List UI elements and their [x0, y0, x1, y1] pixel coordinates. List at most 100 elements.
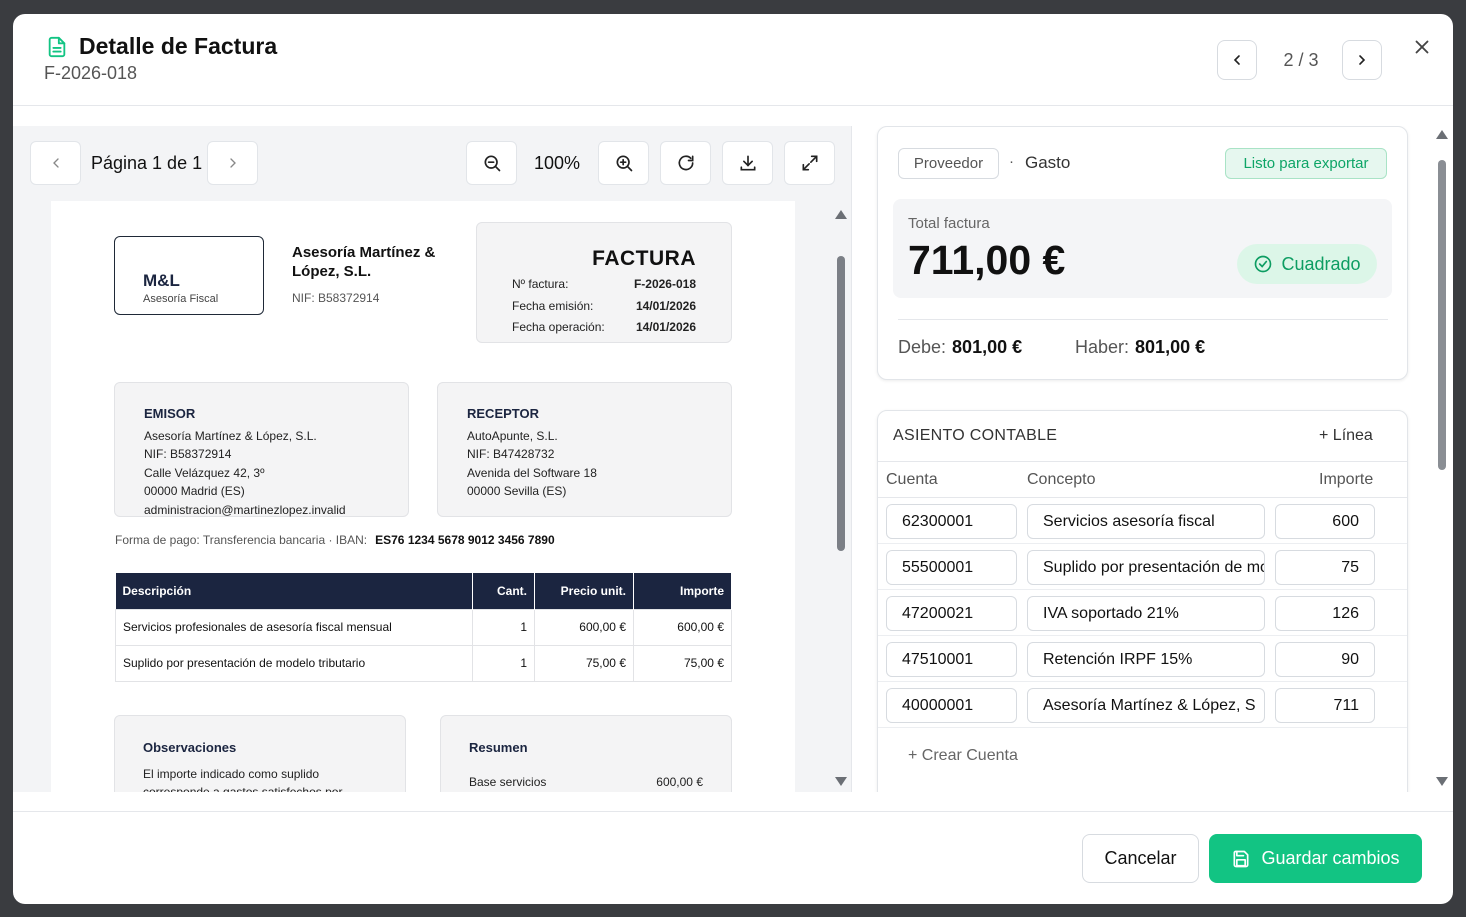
- invoice-doc-title: FACTURA: [592, 247, 696, 270]
- zoom-level: 100%: [533, 153, 581, 173]
- invoice-pager: 2 / 3: [1283, 50, 1319, 70]
- logo-text: M&L: [143, 271, 180, 290]
- invoice-lines-table: Descripción Cant. Precio unit. Importe S…: [115, 573, 732, 682]
- viewer-toolbar: Página 1 de 1 100%: [13, 126, 851, 201]
- invoice-summary-card: Proveedor · Gasto Listo para exportar To…: [877, 126, 1408, 380]
- modal-header: Detalle de Factura F-2026-018 2 / 3: [13, 14, 1453, 106]
- meta-row: Nº factura: F-2026-018: [512, 277, 696, 291]
- check-circle-icon: [1255, 255, 1272, 273]
- iban: ES76 1234 5678 9012 3456 7890: [375, 533, 555, 547]
- amount-input[interactable]: 75: [1275, 550, 1375, 585]
- zoom-in-icon: [616, 155, 632, 172]
- save-button[interactable]: Guardar cambios: [1209, 834, 1422, 883]
- document-viewer: Página 1 de 1 100% M&L Asesoría Fiscal A…: [13, 126, 851, 792]
- receptor-box: RECEPTOR AutoApunte, S.L. NIF: B47428732…: [437, 382, 732, 517]
- amount-input[interactable]: 126: [1275, 596, 1375, 631]
- issuer-name: Asesoría Martínez & López, S.L.: [292, 244, 436, 280]
- amount-input[interactable]: 711: [1275, 688, 1375, 723]
- zoom-out-button[interactable]: [466, 141, 517, 185]
- payment-info: Forma de pago: Transferencia bancaria · …: [115, 533, 555, 547]
- save-button-label: Guardar cambios: [1261, 848, 1400, 868]
- zoom-out-icon: [484, 155, 500, 172]
- scroll-down-icon[interactable]: [1436, 777, 1448, 786]
- fullscreen-button[interactable]: [784, 141, 835, 185]
- invoice-page: M&L Asesoría Fiscal Asesoría Martínez & …: [51, 201, 795, 792]
- invoice-type: Gasto: [1025, 153, 1071, 172]
- balanced-badge: Cuadrado: [1237, 244, 1377, 284]
- journal-line: 40000001 Asesoría Martínez & López, S 71…: [878, 682, 1407, 728]
- add-line-button[interactable]: + Línea: [1319, 427, 1373, 445]
- scrollbar-thumb[interactable]: [837, 256, 845, 551]
- invoice-meta-box: FACTURA Nº factura: F-2026-018 Fecha emis…: [476, 222, 732, 343]
- save-icon: [1233, 850, 1249, 867]
- download-button[interactable]: [722, 141, 773, 185]
- emisor-box: EMISOR Asesoría Martínez & López, S.L. N…: [114, 382, 409, 517]
- scroll-up-icon[interactable]: [1436, 130, 1448, 139]
- concept-input[interactable]: Retención IRPF 15%: [1027, 642, 1265, 677]
- amount-input[interactable]: 600: [1275, 504, 1375, 539]
- account-input[interactable]: 47510001: [886, 642, 1017, 677]
- haber-total: Haber: 801,00 €: [1075, 337, 1206, 357]
- status-badge: Listo para exportar: [1225, 148, 1387, 179]
- journal-entry-heading: ASIENTO CONTABLE: [893, 427, 1058, 444]
- scroll-up-icon[interactable]: [835, 210, 847, 219]
- divider: [898, 319, 1388, 320]
- zoom-in-button[interactable]: [598, 141, 649, 185]
- download-icon: [740, 155, 755, 171]
- pane-divider: [851, 126, 852, 792]
- account-input[interactable]: 55500001: [886, 550, 1017, 585]
- table-row: Servicios profesionales de asesoría fisc…: [115, 608, 732, 646]
- amount-input[interactable]: 90: [1275, 642, 1375, 677]
- summary-box: Resumen Base servicios 600,00 €: [440, 715, 732, 792]
- table-row: Suplido por presentación de modelo tribu…: [115, 644, 732, 682]
- prev-invoice-button[interactable]: [1217, 40, 1257, 80]
- logo-subtext: Asesoría Fiscal: [143, 293, 219, 305]
- chevron-left-icon: [52, 158, 59, 168]
- cancel-button[interactable]: Cancelar: [1082, 834, 1199, 883]
- column-header-cuenta: Cuenta: [886, 471, 938, 488]
- total-value: 711,00 €: [908, 237, 1066, 283]
- concept-input[interactable]: Asesoría Martínez & López, S: [1027, 688, 1265, 723]
- invoice-number: F-2026-018: [44, 63, 138, 83]
- debe-total: Debe: 801,00 €: [898, 337, 1023, 357]
- create-account-button[interactable]: + Crear Cuenta: [908, 747, 1018, 765]
- issuer-nif: NIF: B58372914: [292, 291, 380, 305]
- account-input[interactable]: 62300001: [886, 504, 1017, 539]
- journal-entry-card: ASIENTO CONTABLE + Línea Cuenta Concepto…: [877, 410, 1408, 792]
- concept-input[interactable]: Suplido por presentación de mo: [1027, 550, 1265, 585]
- account-input[interactable]: 40000001: [886, 688, 1017, 723]
- meta-row: Fecha operación: 14/01/2026: [512, 320, 696, 334]
- panel-scrollbar[interactable]: [1434, 126, 1453, 792]
- meta-row: Fecha emisión: 14/01/2026: [512, 299, 696, 313]
- viewer-scrollbar[interactable]: [833, 206, 849, 792]
- modal-title: Detalle de Factura: [79, 33, 278, 59]
- scrollbar-thumb[interactable]: [1438, 160, 1446, 470]
- observations-box: Observaciones El importe indicado como s…: [114, 715, 406, 792]
- divider: [878, 461, 1407, 462]
- journal-line: 47200021 IVA soportado 21% 126: [878, 590, 1407, 636]
- total-box: Total factura 711,00 € Cuadrado: [893, 199, 1392, 298]
- table-header-row: Descripción Cant. Precio unit. Importe: [115, 573, 732, 609]
- close-icon[interactable]: [1411, 36, 1433, 58]
- next-invoice-button[interactable]: [1342, 40, 1382, 80]
- journal-line: 62300001 Servicios asesoría fiscal 600: [878, 498, 1407, 544]
- prev-page-button[interactable]: [30, 141, 81, 185]
- document-icon: [48, 36, 66, 58]
- counterparty-chip[interactable]: Proveedor: [898, 148, 999, 179]
- scroll-down-icon[interactable]: [835, 777, 847, 786]
- modal-footer: Cancelar Guardar cambios: [13, 811, 1453, 904]
- concept-input[interactable]: Servicios asesoría fiscal: [1027, 504, 1265, 539]
- company-logo: M&L Asesoría Fiscal: [114, 236, 264, 315]
- account-input[interactable]: 47200021: [886, 596, 1017, 631]
- column-header-importe: Importe: [1319, 471, 1374, 488]
- next-page-button[interactable]: [207, 141, 258, 185]
- rotate-icon: [678, 155, 693, 171]
- expand-icon: [802, 155, 817, 171]
- separator-dot: ·: [1009, 153, 1014, 170]
- rotate-button[interactable]: [660, 141, 711, 185]
- accounting-panel: Proveedor · Gasto Listo para exportar To…: [865, 126, 1435, 792]
- column-header-concepto: Concepto: [1027, 471, 1096, 488]
- journal-line: 47510001 Retención IRPF 15% 90: [878, 636, 1407, 682]
- chevron-right-icon: [229, 158, 236, 168]
- concept-input[interactable]: IVA soportado 21%: [1027, 596, 1265, 631]
